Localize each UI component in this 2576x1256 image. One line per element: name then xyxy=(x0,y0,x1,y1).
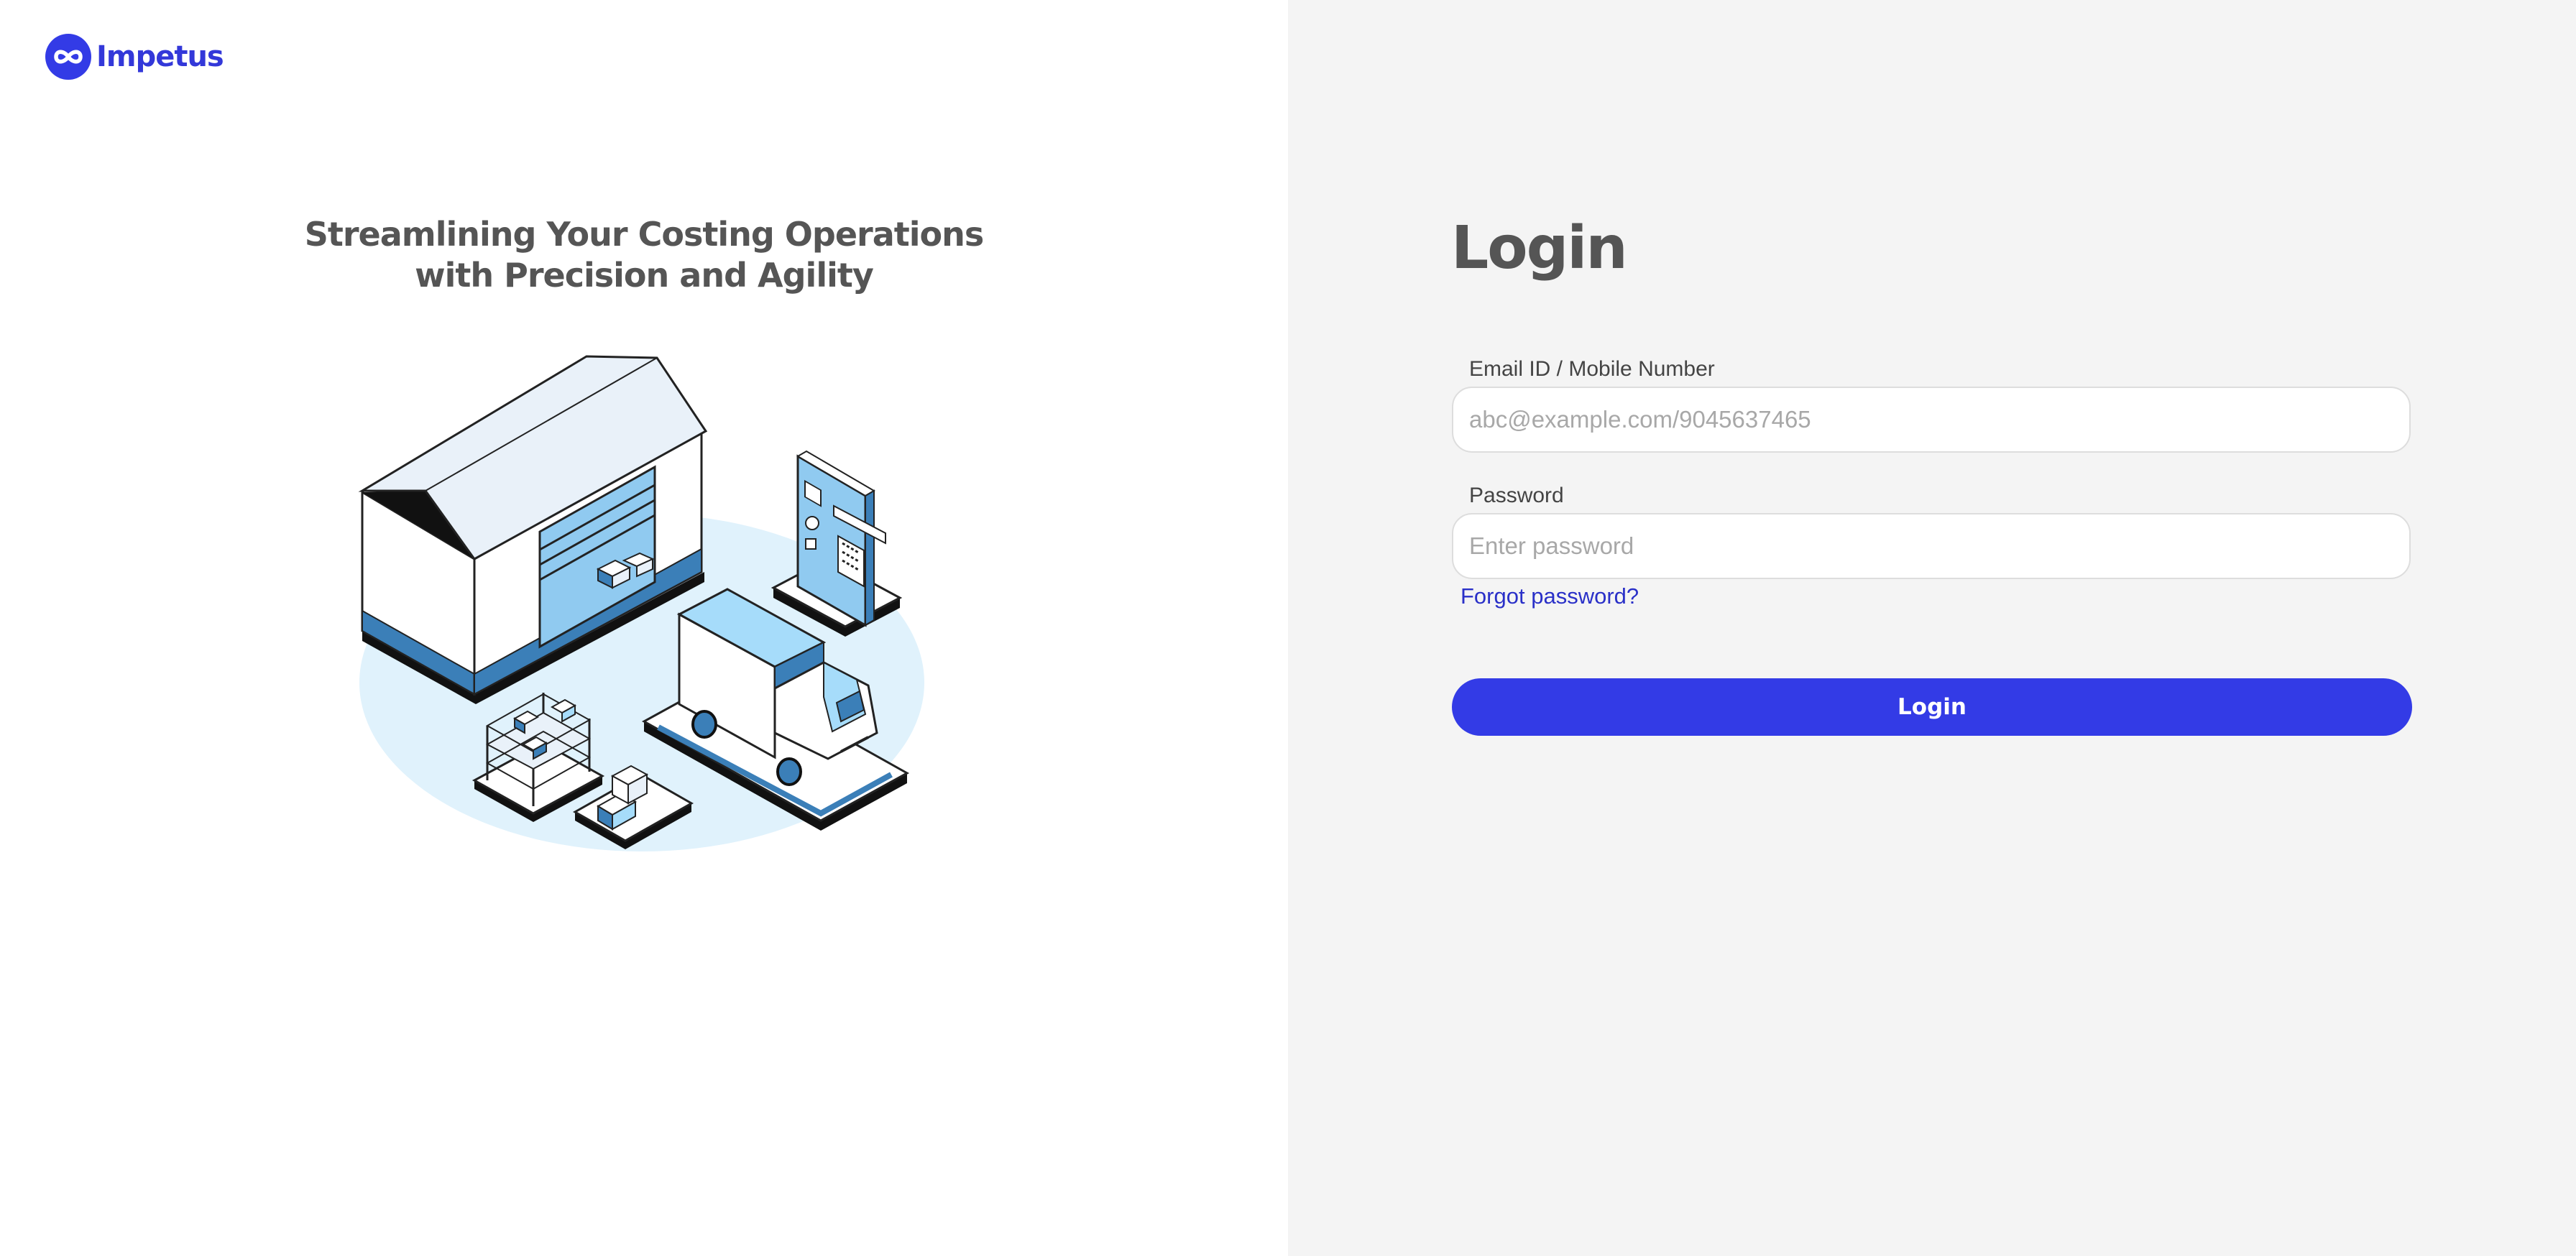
hero-headline: Streamlining Your Costing Operations wit… xyxy=(285,214,1003,296)
login-panel xyxy=(1288,0,2576,1256)
password-field[interactable] xyxy=(1452,513,2411,579)
brand-name: Impetus xyxy=(96,40,224,73)
login-title: Login xyxy=(1451,214,1628,282)
forgot-password-link[interactable]: Forgot password? xyxy=(1460,583,1639,609)
hero-headline-line-1: Streamlining Your Costing Operations xyxy=(304,215,985,254)
login-button[interactable]: Login xyxy=(1452,678,2412,736)
infinity-logo-icon xyxy=(45,34,91,80)
hero-panel: Impetus Streamlining Your Costing Operat… xyxy=(0,0,1288,1256)
password-label: Password xyxy=(1469,484,1564,507)
email-label: Email ID / Mobile Number xyxy=(1469,357,1715,381)
brand-logo[interactable]: Impetus xyxy=(45,33,224,80)
email-field[interactable] xyxy=(1452,387,2411,453)
hero-headline-line-2: with Precision and Agility xyxy=(415,256,874,295)
warehouse-logistics-illustration xyxy=(358,355,924,851)
